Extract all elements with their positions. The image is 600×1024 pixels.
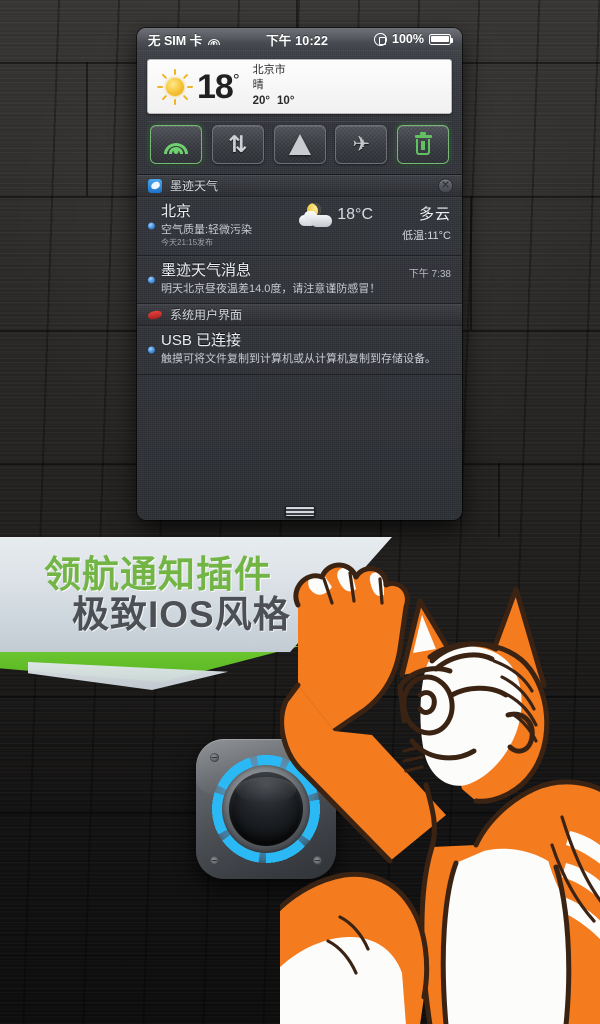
airplane-icon: ✈ [352,133,371,156]
weather-widget[interactable]: 18° 北京市 晴 20° 10° [147,59,452,114]
clear-toggle[interactable] [397,125,449,164]
notification-item[interactable]: 墨迹天气消息 明天北京昼夜温差14.0度，请注意谨防感冒！ 下午 7:38 [137,256,462,305]
weather-low: 10° [277,95,295,107]
notification-bullet-icon [148,222,155,230]
location-icon [288,134,311,155]
sun-icon [157,68,193,105]
notification-bullet-icon [148,346,155,354]
notification-list: 墨迹天气 ✕ 北京 空气质量:轻微污染 今天21:15发布 18°C 多云 低温… [137,174,462,375]
orange-tiger-mascot: .or{fill:#F47C1F} .wh{fill:#FCFCFA} .ln{… [280,545,600,1024]
weather-condition: 晴 [252,79,264,92]
clear-all-button[interactable]: ✕ [438,178,453,193]
notification-time: 下午 7:38 [408,269,451,281]
screw-icon [210,753,219,762]
notification-subtitle: 明天北京昼夜温差14.0度，请注意谨防感冒！ [161,283,381,296]
drag-handle[interactable] [284,505,315,517]
data-toggle[interactable]: ⇅ [211,125,264,164]
wifi-icon [164,136,188,154]
wifi-toggle[interactable] [150,125,202,164]
notification-subtitle: 触摸可将文件复制到计算机或从计算机复制到存储设备。 [161,353,436,366]
notification-shade[interactable]: 无 SIM 卡 下午 10:22 100% 18° 北京市 晴 20° 10° … [137,28,462,520]
weather-widget-container: 18° 北京市 晴 20° 10° [137,51,462,121]
status-bar-left: 无 SIM 卡 [148,30,220,49]
battery-percent-label: 100% [392,32,424,46]
moon-cloud-icon [299,203,333,227]
notification-meta: 今天21:15发布 [161,238,214,248]
notification-condition: 多云 [418,206,451,223]
battery-icon [429,33,454,45]
weather-city: 北京市 [252,64,286,77]
trash-icon [414,132,432,155]
weather-high-low: 20° 10° [253,93,302,110]
notification-bullet-icon [148,276,155,284]
android-system-icon [148,308,162,322]
notification-item[interactable]: USB 已连接 触摸可将文件复制到计算机或从计算机复制到存储设备。 [137,326,462,375]
weather-temperature: 18° [197,67,240,106]
status-bar-right: 100% [374,32,454,46]
location-toggle[interactable] [273,125,326,164]
notification-low-temp: 低温:11°C [402,230,451,242]
notification-app-name: 墨迹天气 [170,179,219,193]
rotation-lock-icon [374,32,388,46]
quick-settings-toggles: ⇅ ✈ [147,121,452,167]
carrier-label: 无 SIM 卡 [148,33,203,48]
screw-icon [210,856,219,865]
wifi-icon [207,34,220,45]
moji-weather-icon [148,178,162,193]
notification-app-name: 系统用户界面 [170,308,243,323]
status-bar: 无 SIM 卡 下午 10:22 100% [137,28,462,51]
notification-title: USB 已连接 [161,332,242,350]
status-bar-clock: 下午 10:22 [266,33,329,48]
data-icon: ⇅ [228,131,248,157]
notification-title: 北京 [161,203,192,220]
airplane-toggle[interactable]: ✈ [335,125,388,164]
notification-subtitle: 空气质量:轻微污染 [161,223,253,236]
notification-title: 墨迹天气消息 [161,262,252,280]
notification-temperature: 18°C [337,206,373,223]
weather-details: 北京市 晴 20° 10° [253,63,302,109]
notification-group-header-moji: 墨迹天气 ✕ [137,175,462,197]
notification-group-header-sysui: 系统用户界面 [137,304,462,327]
weather-high: 20° [252,95,271,107]
notification-item[interactable]: 北京 空气质量:轻微污染 今天21:15发布 18°C 多云 低温:11°C [137,197,462,257]
shade-footer [137,502,462,520]
